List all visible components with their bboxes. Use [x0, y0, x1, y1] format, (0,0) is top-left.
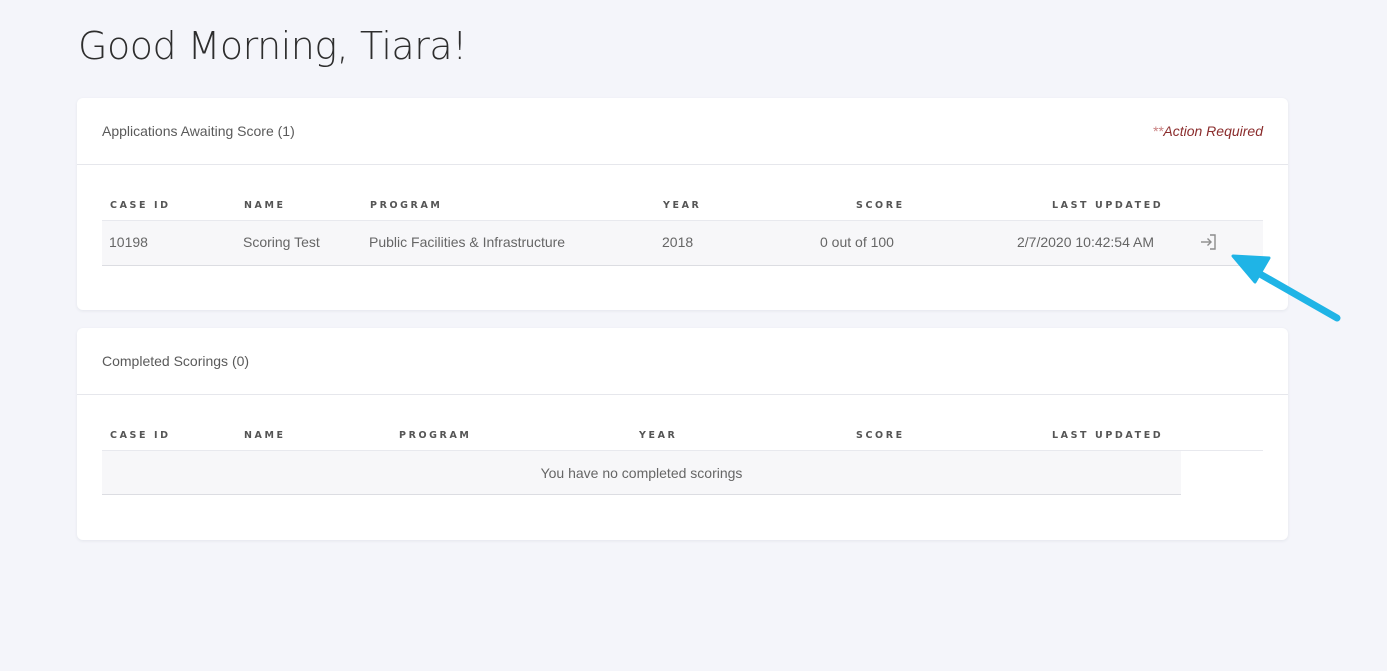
page-title: Good Morning, Tiara!: [78, 24, 467, 68]
cell-last-updated: 2/7/2020 10:42:54 AM: [1017, 234, 1154, 250]
awaiting-score-card: Applications Awaiting Score (1) **Action…: [77, 98, 1288, 310]
table-row[interactable]: 10198 Scoring Test Public Facilities & I…: [102, 221, 1263, 266]
awaiting-card-header: Applications Awaiting Score (1) **Action…: [77, 98, 1288, 165]
completed-card-header: Completed Scorings (0): [77, 328, 1288, 395]
completed-card-title: Completed Scorings (0): [102, 353, 250, 369]
completed-scorings-card: Completed Scorings (0) CASE ID NAME PROG…: [77, 328, 1288, 540]
cell-program: Public Facilities & Infrastructure: [369, 234, 566, 250]
sign-in-icon[interactable]: [1199, 232, 1219, 252]
col-case-id: CASE ID: [110, 430, 171, 441]
awaiting-card-title: Applications Awaiting Score (1): [102, 123, 295, 139]
col-program: PROGRAM: [370, 200, 443, 211]
cell-name: Scoring Test: [243, 234, 320, 250]
cell-case-id: 10198: [109, 234, 148, 250]
empty-state-row: You have no completed scorings: [102, 451, 1181, 495]
col-name: NAME: [244, 430, 286, 441]
col-last-updated: LAST UPDATED: [1052, 430, 1164, 441]
col-name: NAME: [244, 200, 286, 211]
arrow-pointer-icon: [1231, 254, 1341, 322]
completed-table: CASE ID NAME PROGRAM YEAR SCORE LAST UPD…: [102, 423, 1263, 495]
completed-table-header: CASE ID NAME PROGRAM YEAR SCORE LAST UPD…: [102, 423, 1263, 451]
awaiting-table-header: CASE ID NAME PROGRAM YEAR SCORE LAST UPD…: [102, 193, 1263, 221]
col-program: PROGRAM: [399, 430, 472, 441]
col-year: YEAR: [663, 200, 702, 211]
action-required-label: **Action Required: [1152, 123, 1263, 139]
cell-year: 2018: [662, 234, 694, 250]
awaiting-table: CASE ID NAME PROGRAM YEAR SCORE LAST UPD…: [102, 193, 1263, 266]
col-last-updated: LAST UPDATED: [1052, 200, 1164, 211]
col-case-id: CASE ID: [110, 200, 171, 211]
action-required-stars: **: [1152, 123, 1164, 139]
col-score: SCORE: [856, 200, 905, 211]
col-year: YEAR: [639, 430, 678, 441]
col-score: SCORE: [856, 430, 905, 441]
cell-score: 0 out of 100: [820, 234, 894, 250]
action-required-text: Action Required: [1163, 123, 1263, 139]
